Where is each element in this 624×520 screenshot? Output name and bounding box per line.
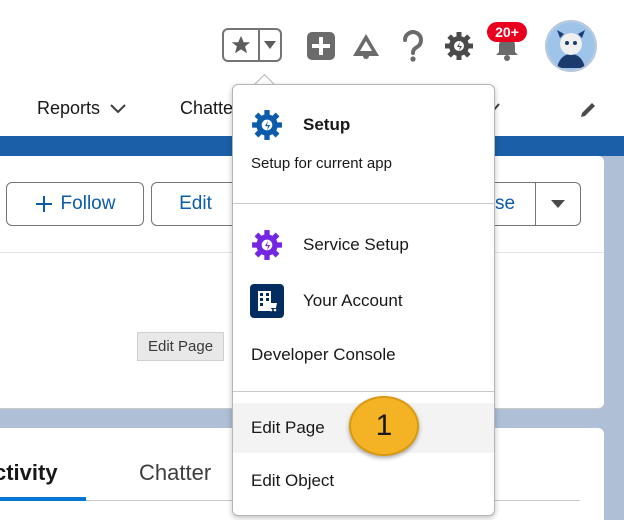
menu-separator [233,203,494,204]
global-actions-button[interactable] [305,30,337,62]
menu-item-developer-console[interactable]: Developer Console [233,337,494,373]
nav-item-chatter-label: Chatte [180,98,234,118]
follow-button[interactable]: Follow [6,182,144,226]
favorites-star-button[interactable] [224,30,260,60]
menu-item-your-account[interactable]: Your Account [233,283,494,319]
chevron-down-icon [264,41,276,49]
menu-item-setup-label: Setup [303,115,351,134]
edit-button-label: Edit [179,193,212,214]
menu-item-your-account-label: Your Account [303,291,403,310]
add-icon [307,32,335,60]
pencil-icon [581,103,595,117]
nav-item-reports[interactable]: Reports [37,98,126,119]
user-avatar-icon [547,22,595,70]
setup-menu: Setup Setup for current app Service Setu… [232,84,495,516]
menu-item-setup[interactable]: Setup [233,107,494,143]
notifications-badge: 20+ [487,22,527,42]
star-icon [231,35,251,54]
setup-gear-icon [250,108,284,142]
global-header: 20+ [0,0,624,84]
trailhead-icon [353,34,379,59]
action-button-partial-label: se [495,193,516,214]
service-setup-icon [250,228,284,262]
edit-button[interactable]: Edit [151,182,239,226]
avatar[interactable] [545,20,597,72]
setup-gear-button[interactable] [443,30,475,62]
menu-item-edit-object[interactable]: Edit Object [233,463,494,499]
menu-separator [233,391,494,392]
menu-item-service-setup[interactable]: Service Setup [233,227,494,263]
help-icon [403,30,423,62]
nav-item-reports-label: Reports [37,98,101,118]
edit-page-tooltip: Edit Page [137,332,225,361]
menu-item-service-setup-label: Service Setup [303,235,409,254]
favorites-button-group[interactable] [222,28,282,62]
gear-icon [445,32,473,60]
trailhead-button[interactable] [350,30,382,62]
help-button[interactable] [397,28,429,64]
favorites-list-button[interactable] [260,30,280,60]
setup-subtitle[interactable]: Setup for current app [251,155,392,172]
chevron-down-icon [551,200,565,208]
more-actions-button[interactable] [535,182,581,226]
menu-item-developer-console-label: Developer Console [251,345,396,364]
plus-icon [35,196,52,212]
menu-item-edit-page-label: Edit Page [251,418,325,437]
tab-active-indicator [0,497,86,501]
edit-nav-button[interactable] [578,100,598,125]
nav-item-chatter[interactable]: Chatte [180,98,233,119]
chevron-down-icon[interactable] [110,103,126,114]
menu-item-edit-object-label: Edit Object [251,471,335,490]
your-account-icon [250,284,284,318]
tab-chatter[interactable]: Chatter [139,460,211,486]
step-callout-badge: 1 [349,396,419,456]
tab-activity[interactable]: ctivity [0,460,58,486]
follow-button-label: Follow [60,193,116,214]
